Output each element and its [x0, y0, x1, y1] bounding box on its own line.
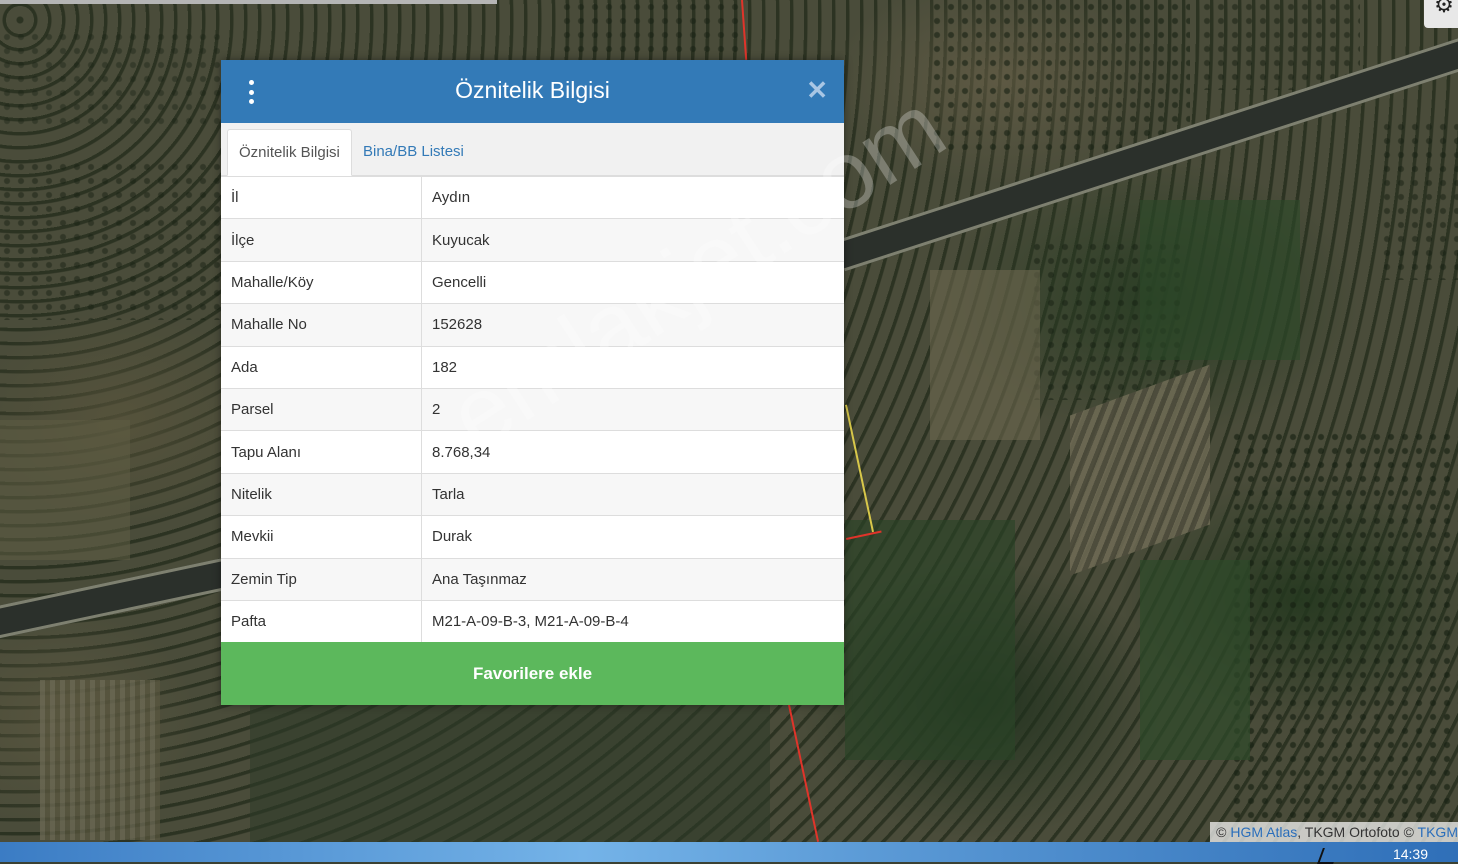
field-patch [845, 520, 1015, 760]
tab-attribute-info[interactable]: Öznitelik Bilgisi [227, 129, 352, 176]
row-value-ada: 182 [421, 345, 844, 389]
gear-icon[interactable]: ⚙ [1424, 0, 1458, 28]
attribution-link-tkgm[interactable]: TKGM [1418, 824, 1458, 840]
table-row: Pafta M21-A-09-B-3, M21-A-09-B-4 [221, 599, 844, 643]
table-row: Parsel 2 [221, 387, 844, 431]
table-row: Ada 182 [221, 345, 844, 389]
modal-tabs: Öznitelik Bilgisi Bina/BB Listesi [221, 123, 844, 176]
os-taskbar: 14:39 [0, 842, 1458, 864]
attribute-info-modal: Öznitelik Bilgisi ✕ Öznitelik Bilgisi Bi… [221, 60, 844, 705]
field-patch [0, 420, 130, 560]
table-row: Mahalle No 152628 [221, 303, 844, 347]
table-row: İlçe Kuyucak [221, 218, 844, 262]
field-patch [250, 705, 770, 842]
road [0, 556, 238, 642]
row-key-parsel: Parsel [221, 387, 422, 431]
field-patch [930, 270, 1040, 440]
table-row: Nitelik Tarla [221, 472, 844, 516]
field-patch [1140, 200, 1300, 360]
map-attribution: © HGM Atlas, TKGM Ortofoto © TKGM [1210, 822, 1458, 842]
attribution-separator: , TKGM Ortofoto © [1297, 824, 1414, 840]
close-icon[interactable]: ✕ [806, 76, 828, 104]
row-value-mevkii: Durak [421, 515, 844, 559]
modal-title: Öznitelik Bilgisi [455, 77, 610, 103]
row-key-ilce: İlçe [221, 218, 422, 262]
field-patch [1140, 560, 1250, 760]
row-key-pafta: Pafta [221, 599, 422, 643]
row-key-mahalle-koy: Mahalle/Köy [221, 260, 422, 304]
add-to-favorites-button[interactable]: Favorilere ekle [221, 642, 844, 705]
parcel-boundary [788, 704, 820, 842]
table-row: Zemin Tip Ana Taşınmaz [221, 557, 844, 601]
attribute-table: İl Aydın İlçe Kuyucak Mahalle/Köy Gencel… [221, 175, 844, 643]
attribution-link-hgm[interactable]: HGM Atlas [1230, 824, 1297, 840]
tab-building-list[interactable]: Bina/BB Listesi [352, 129, 475, 175]
row-value-pafta: M21-A-09-B-3, M21-A-09-B-4 [421, 599, 844, 643]
row-value-il: Aydın [421, 175, 844, 219]
ploughed-field [40, 680, 160, 840]
attribution-copyright: © [1216, 824, 1227, 840]
row-value-nitelik: Tarla [421, 472, 844, 516]
orchard-area [1380, 120, 1458, 280]
taskbar-clock[interactable]: 14:39 [1393, 846, 1428, 862]
row-key-mahalle-no: Mahalle No [221, 303, 422, 347]
row-key-nitelik: Nitelik [221, 472, 422, 516]
orchard-area [1230, 430, 1458, 820]
row-value-parsel: 2 [421, 387, 844, 431]
row-key-tapu-alani: Tapu Alanı [221, 430, 422, 474]
orchard-area [0, 30, 220, 130]
orchard-area [930, 0, 1190, 150]
row-key-zemin-tip: Zemin Tip [221, 557, 422, 601]
row-value-mahalle-no: 152628 [421, 303, 844, 347]
parcel-boundary [845, 404, 874, 533]
row-key-ada: Ada [221, 345, 422, 389]
row-key-mevkii: Mevkii [221, 515, 422, 559]
row-value-mahalle-koy: Gencelli [421, 260, 844, 304]
orchard-area [560, 0, 740, 55]
modal-header: Öznitelik Bilgisi ✕ [221, 60, 844, 123]
parcel-boundary [741, 0, 748, 60]
row-value-ilce: Kuyucak [421, 218, 844, 262]
row-value-zemin-tip: Ana Taşınmaz [421, 557, 844, 601]
table-row: Tapu Alanı 8.768,34 [221, 430, 844, 474]
row-value-tapu-alani: 8.768,34 [421, 430, 844, 474]
table-row: Mahalle/Köy Gencelli [221, 260, 844, 304]
table-row: İl Aydın [221, 175, 844, 219]
row-key-il: İl [221, 175, 422, 219]
orchard-area [0, 160, 220, 320]
orchard-area [1200, 0, 1360, 90]
map-top-bar [0, 0, 497, 4]
table-row: Mevkii Durak [221, 515, 844, 559]
